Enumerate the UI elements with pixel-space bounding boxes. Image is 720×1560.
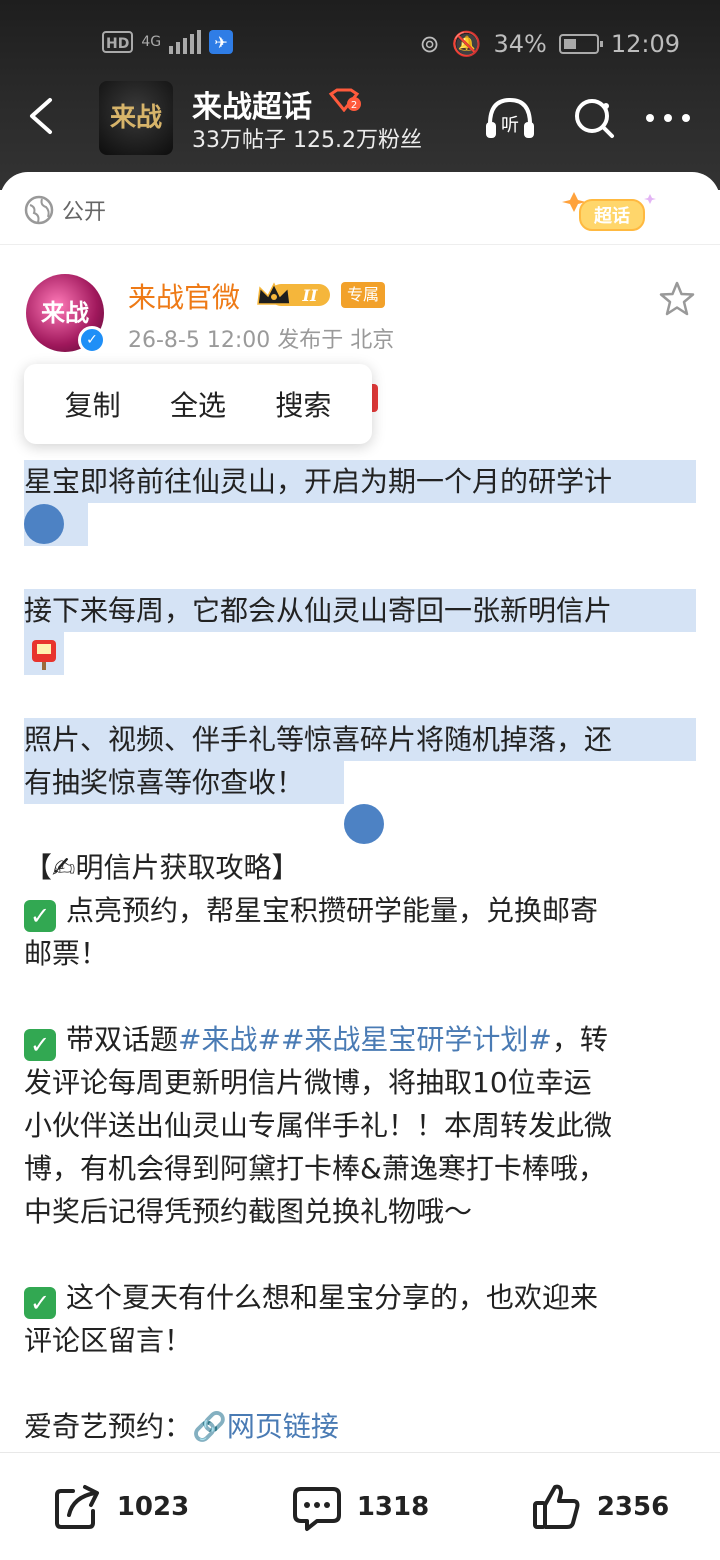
- svg-text:II: II: [302, 286, 318, 305]
- postbox-emoji-icon: [32, 640, 56, 670]
- action-bar: 1023 1318 2356: [0, 1452, 720, 1560]
- svg-text:2: 2: [351, 100, 357, 111]
- page-title: 来战超话: [192, 90, 312, 125]
- search-menu-item[interactable]: 搜索: [275, 384, 331, 424]
- avatar-text: 来战: [41, 298, 89, 327]
- web-link[interactable]: 网页链接: [227, 1410, 339, 1443]
- text-selection-menu: 复制 全选 搜索: [24, 364, 372, 444]
- globe-icon: [24, 195, 54, 225]
- bullet-2-line-5: 中奖后记得凭预约截图兑换礼物哦～: [24, 1195, 473, 1228]
- paragraph-2[interactable]: 接下来每周，它都会从仙灵山寄回一张新明信片: [24, 589, 696, 632]
- favorite-star-icon[interactable]: [658, 280, 696, 318]
- link-icon: 🔗: [192, 1410, 227, 1443]
- signal-icon: [169, 30, 202, 54]
- comment-count: 1318: [356, 1491, 430, 1522]
- chaohua-badge-icon[interactable]: 超话: [560, 190, 660, 238]
- top-header: HD 4G ✈ ⊚ 🔕 34% 12:09 来战 来战超话 2 33万帖子 12…: [0, 0, 720, 190]
- bullet-1-line-1: ✓ 点亮预约，帮星宝积攒研学能量，兑换邮寄: [24, 889, 598, 932]
- repost-icon: [54, 1484, 99, 1529]
- paragraph-1-text: 星宝即将前往仙灵山，开启为期一个月的研学计: [24, 465, 613, 498]
- bullet-3-line-2: 评论区留言！: [24, 1324, 193, 1357]
- paragraph-3-line-1[interactable]: 照片、视频、伴手礼等惊喜碎片将随机掉落，还: [24, 718, 696, 761]
- repost-button[interactable]: 1023: [0, 1453, 240, 1560]
- paragraph-3-line-2-text: 有抽奖惊喜等你查收！: [24, 766, 305, 799]
- comment-button[interactable]: 1318: [240, 1453, 480, 1560]
- bullet-1-line-2: 邮票！: [24, 937, 109, 970]
- selection-end-handle[interactable]: [344, 804, 384, 844]
- member-crown-icon[interactable]: II: [256, 280, 332, 308]
- checkmark-icon: ✓: [24, 1029, 56, 1061]
- status-bar: HD 4G ✈ ⊚ 🔕 34% 12:09: [0, 26, 720, 62]
- headphones-icon: 听: [486, 97, 534, 138]
- bullet-2-text-post: ，转: [551, 1023, 608, 1056]
- paragraph-3-line-2[interactable]: 有抽奖惊喜等你查收！: [24, 761, 344, 804]
- repost-count: 1023: [116, 1491, 190, 1522]
- paragraph-3-line-1-text: 照片、视频、伴手礼等惊喜碎片将随机掉落，还: [24, 723, 613, 756]
- logo-text: 来战: [109, 103, 162, 133]
- listen-button[interactable]: 听: [482, 94, 538, 142]
- exclusive-tag: 专属: [341, 282, 386, 308]
- bullet-3-text: 这个夏天有什么想和星宝分享的，也欢迎来: [66, 1281, 599, 1314]
- comment-icon: [292, 1486, 341, 1531]
- more-button[interactable]: [640, 94, 696, 142]
- search-icon: [575, 99, 614, 138]
- like-count: 2356: [596, 1491, 670, 1522]
- nfc-icon: ⊚: [419, 30, 440, 58]
- hashtag-research-plan[interactable]: #来战星宝研学计划#: [281, 1023, 552, 1056]
- visibility-indicator: 公开: [24, 194, 106, 226]
- checkmark-icon: ✓: [24, 1287, 56, 1319]
- divider: [0, 244, 720, 245]
- back-arrow-icon[interactable]: [24, 96, 64, 136]
- copy-menu-item[interactable]: 复制: [65, 384, 121, 424]
- mute-icon: 🔕: [451, 30, 482, 58]
- thumbs-up-icon: [532, 1484, 580, 1529]
- level-badge-icon: 2: [328, 88, 361, 112]
- bullet-1-text: 点亮预约，帮星宝积攒研学能量，兑换邮寄: [66, 894, 599, 927]
- visibility-label: 公开: [62, 200, 107, 225]
- bullet-3-line-1: ✓ 这个夏天有什么想和星宝分享的，也欢迎来: [24, 1276, 598, 1319]
- svg-text:听: 听: [501, 115, 519, 136]
- search-button[interactable]: [566, 94, 622, 142]
- battery-percent: 34%: [493, 30, 547, 58]
- battery-icon: [558, 34, 603, 54]
- bullet-2-text-pre: 带双话题: [66, 1023, 179, 1056]
- author-name[interactable]: 来战官微: [128, 276, 240, 316]
- checkmark-icon: ✓: [24, 900, 56, 932]
- bullet-2-line-2: 发评论每周更新明信片微博，将抽取10位幸运: [24, 1066, 592, 1099]
- post-card: 公开 超话 来战 ✓ 来战官微 II 专属 26-8-5 12:00 发布于 北…: [0, 172, 720, 1560]
- preorder-line: 爱奇艺预约：🔗网页链接: [24, 1405, 339, 1448]
- topic-stats: 33万帖子 125.2万粉丝: [192, 128, 422, 153]
- preorder-label: 爱奇艺预约：: [24, 1410, 193, 1443]
- network-label: 4G: [141, 34, 162, 50]
- guide-title: 【✍明信片获取攻略】: [24, 851, 300, 884]
- clock: 12:09: [610, 30, 680, 58]
- paragraph-1[interactable]: 星宝即将前往仙灵山，开启为期一个月的研学计: [24, 460, 696, 503]
- supertopic-logo[interactable]: 来战: [99, 81, 173, 155]
- notification-app-icon: ✈: [209, 30, 234, 54]
- selection-start-handle[interactable]: [24, 504, 64, 544]
- paragraph-2-text: 接下来每周，它都会从仙灵山寄回一张新明信片: [24, 594, 613, 627]
- bullet-2-line-3: 小伙伴送出仙灵山专属伴手礼！！本周转发此微: [24, 1109, 613, 1142]
- svg-text:超话: 超话: [594, 205, 630, 227]
- select-all-menu-item[interactable]: 全选: [170, 384, 226, 424]
- like-button[interactable]: 2356: [480, 1453, 720, 1560]
- hd-icon: HD: [102, 31, 134, 53]
- verified-badge-icon: ✓: [78, 326, 106, 354]
- post-meta: 26-8-5 12:00 发布于 北京: [128, 328, 395, 353]
- bullet-2-line-4: 博，有机会得到阿黛打卡棒&萧逸寒打卡棒哦，: [24, 1152, 606, 1185]
- mailbox-emoji-bg: [24, 632, 64, 675]
- bullet-2-line-1: ✓ 带双话题#来战##来战星宝研学计划#，转: [24, 1018, 608, 1061]
- hashtag-laizhan[interactable]: #来战#: [178, 1023, 281, 1056]
- more-dots-icon: [646, 114, 690, 122]
